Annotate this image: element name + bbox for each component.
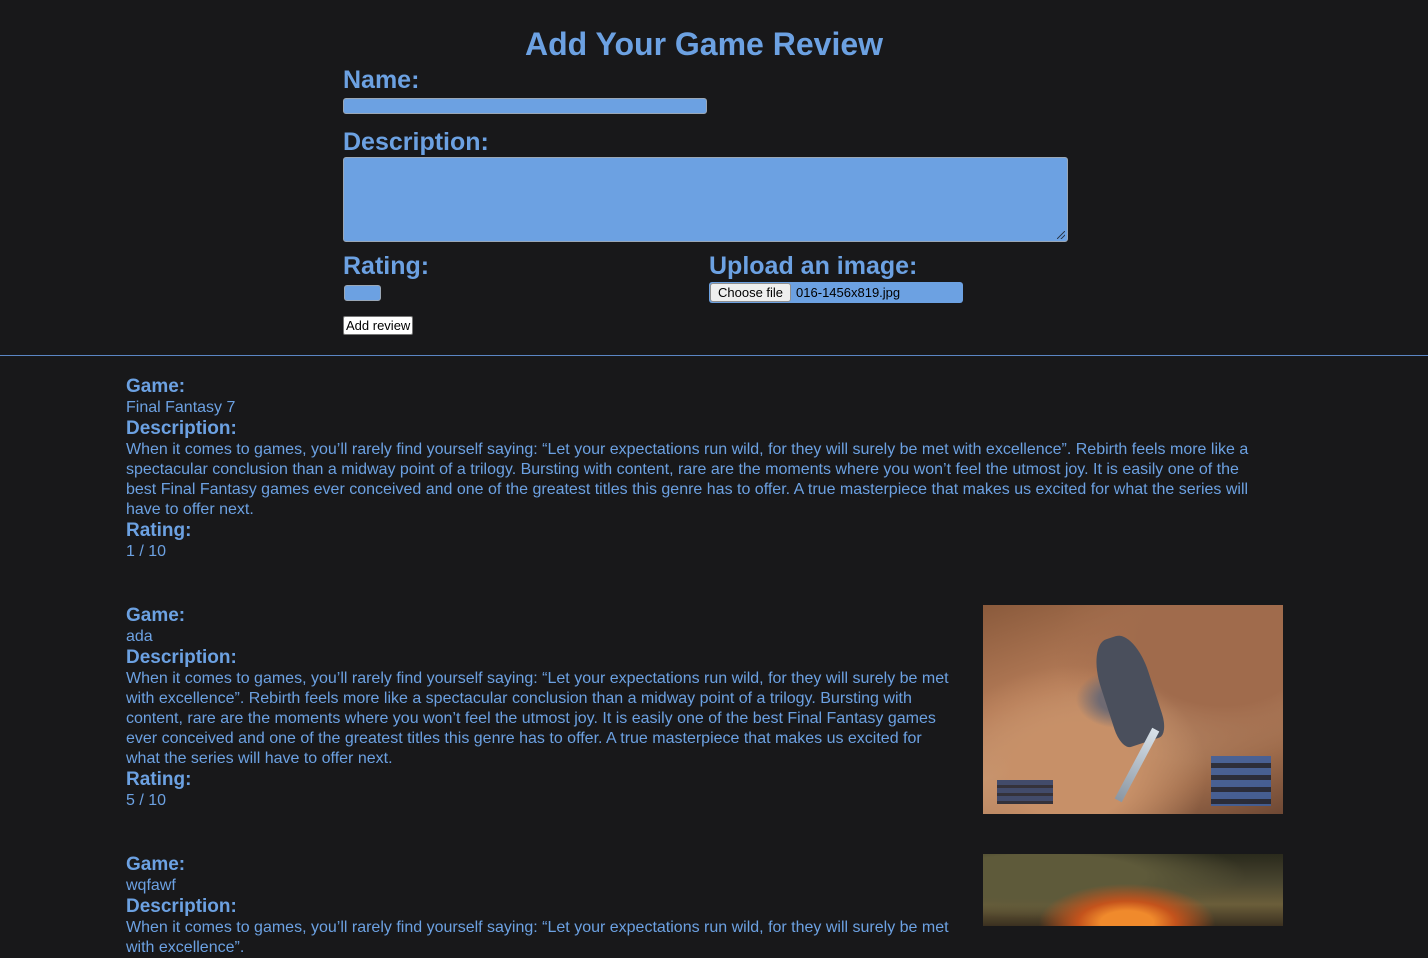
page-title: Add Your Game Review xyxy=(524,26,884,62)
resize-handle-icon[interactable] xyxy=(1057,231,1065,239)
rating-label: Rating: xyxy=(343,252,430,280)
review-card: Game: wqfawf Description: When it comes … xyxy=(126,854,956,958)
game-label: Game: xyxy=(126,376,186,397)
review-card: Game: ada Description: When it comes to … xyxy=(126,605,956,811)
name-input[interactable] xyxy=(343,98,707,114)
game-name: wqfawf xyxy=(126,877,176,894)
add-review-button[interactable]: Add review xyxy=(343,316,414,335)
game-name: ada xyxy=(126,628,153,645)
game-name: Final Fantasy 7 xyxy=(126,399,236,416)
add-review-form: Add Your Game Review Name: Description: … xyxy=(0,0,1428,356)
game-label: Game: xyxy=(126,605,186,626)
rating-heading: Rating: xyxy=(126,520,192,541)
name-label: Name: xyxy=(343,66,420,94)
choose-file-button[interactable]: Choose file xyxy=(710,283,792,302)
review-rating: 1 / 10 xyxy=(126,543,167,560)
description-textarea[interactable] xyxy=(343,157,1068,242)
upload-label: Upload an image: xyxy=(709,252,918,280)
description-heading: Description: xyxy=(126,418,237,439)
description-heading: Description: xyxy=(126,896,237,917)
review-description: When it comes to games, you’ll rarely fi… xyxy=(126,441,1249,518)
review-image xyxy=(983,605,1283,814)
description-label: Description: xyxy=(343,128,489,156)
selected-file-name: 016-1456x819.jpg xyxy=(796,285,901,300)
game-hud-status xyxy=(1211,756,1271,806)
review-description: When it comes to games, you’ll rarely fi… xyxy=(126,919,949,956)
file-input[interactable]: Choose file 016-1456x819.jpg xyxy=(709,282,963,303)
rating-heading: Rating: xyxy=(126,769,192,790)
rating-input[interactable] xyxy=(344,285,381,301)
game-hud-menu xyxy=(997,780,1053,804)
review-rating: 5 / 10 xyxy=(126,792,167,809)
review-card: Game: Final Fantasy 7 Description: When … xyxy=(126,376,1266,562)
review-image xyxy=(983,854,1283,926)
description-heading: Description: xyxy=(126,647,237,668)
review-description: When it comes to games, you’ll rarely fi… xyxy=(126,670,949,767)
game-label: Game: xyxy=(126,854,186,875)
